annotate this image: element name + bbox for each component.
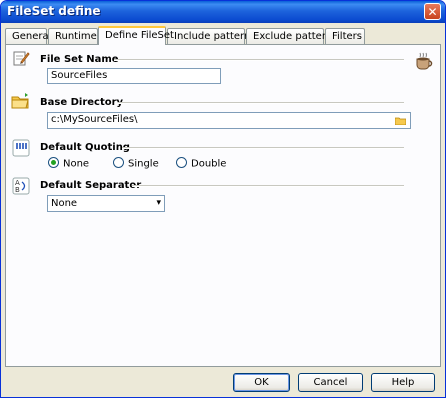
separator-icon: A B	[12, 177, 30, 195]
tab-panel: File Set Name SourceFiles Base Directory…	[5, 44, 441, 367]
default-separator-label: Default Separator	[40, 180, 142, 191]
dialog-window: FileSet define ✕ General Runtime Define …	[0, 0, 446, 398]
section-divider	[114, 59, 404, 61]
radio-dot	[176, 157, 187, 168]
tab-define-fileset[interactable]: Define FileSet	[98, 26, 174, 45]
help-button[interactable]: Help	[371, 373, 435, 392]
radio-dot	[48, 157, 59, 168]
tab-general[interactable]: General	[5, 28, 51, 44]
radio-single[interactable]: Single	[113, 157, 159, 170]
section-divider	[132, 185, 404, 187]
close-icon[interactable]: ✕	[424, 3, 441, 20]
default-quoting-label: Default Quoting	[40, 142, 130, 153]
radio-none[interactable]: None	[48, 157, 90, 170]
cancel-button[interactable]: Cancel	[298, 373, 363, 392]
folder-browse-icon[interactable]	[395, 116, 406, 125]
quotes-icon	[12, 139, 30, 157]
radio-double-label: Double	[191, 158, 227, 170]
tab-exclude-patterns[interactable]: Exclude patterns	[246, 28, 337, 44]
coffee-cup-icon	[416, 52, 433, 70]
radio-none-label: None	[63, 158, 90, 170]
radio-single-label: Single	[128, 158, 159, 170]
fileset-name-input[interactable]: SourceFiles	[47, 68, 221, 84]
radio-dot	[113, 157, 124, 168]
separator-select-value: None	[51, 198, 78, 209]
base-directory-label: Base Directory	[40, 97, 124, 108]
radio-double[interactable]: Double	[176, 157, 227, 170]
section-divider	[122, 147, 404, 149]
svg-text:B: B	[15, 186, 20, 194]
tab-include-patterns[interactable]: Include patterns	[167, 28, 256, 44]
fileset-name-label: File Set Name	[40, 54, 119, 65]
base-directory-input[interactable]: c:\MySourceFiles\	[47, 112, 411, 129]
title-bar: FileSet define ✕	[1, 1, 445, 23]
chevron-down-icon: ▾	[156, 198, 161, 208]
ok-button[interactable]: OK	[233, 373, 290, 392]
separator-select[interactable]: None ▾	[47, 195, 165, 212]
pencil-note-icon	[13, 51, 30, 66]
window-title: FileSet define	[7, 4, 101, 18]
section-divider	[118, 102, 404, 104]
tab-runtime[interactable]: Runtime	[48, 28, 98, 44]
folder-icon	[11, 93, 29, 109]
tab-filters[interactable]: Filters	[325, 28, 365, 44]
